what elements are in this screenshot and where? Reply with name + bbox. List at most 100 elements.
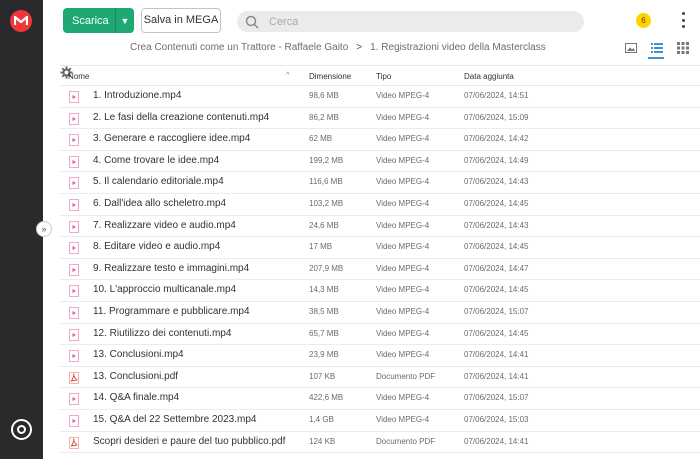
breadcrumb-current: 1. Registrazioni video della Masterclass: [370, 42, 546, 53]
chevron-down-icon[interactable]: ▼: [116, 16, 134, 26]
file-size: 422,6 MB: [309, 393, 344, 403]
file-name: 2. Le fasi della creazione contenuti.mp4: [93, 111, 270, 123]
view-switcher: [625, 42, 689, 59]
download-button[interactable]: Scarica ▼: [63, 8, 134, 33]
table-header: Nome ^ Dimensione Tipo Data aggiunta: [60, 65, 700, 86]
table-row[interactable]: 11. Programmare e pubblicare.mp4 38,5 MB V…: [60, 302, 700, 324]
file-size: 62 MB: [309, 134, 333, 144]
table-row[interactable]: 9. Realizzare testo e immagini.mp4 207,9 …: [60, 259, 700, 281]
save-to-mega-button[interactable]: Salva in MEGA: [141, 8, 221, 33]
file-size: 98,6 MB: [309, 91, 339, 100]
column-size[interactable]: Dimensione: [309, 72, 351, 81]
table-row[interactable]: 5. Il calendario editoriale.mp4 116,6 MB V…: [60, 172, 700, 194]
file-type: Video MPEG-4: [376, 285, 430, 295]
file-size: 38,5 MB: [309, 306, 339, 316]
table-row[interactable]: 13. Conclusioni.mp4 23,9 MB Video MPEG-4 07…: [60, 345, 700, 367]
video-file-icon: [69, 242, 79, 255]
file-name: Scopri desideri e paure del tuo pubblico…: [93, 435, 286, 447]
file-name: 3. Generare e raccogliere idee.mp4: [93, 133, 251, 145]
video-file-icon: [69, 134, 79, 147]
file-name: 6. Dall'idea allo scheletro.mp4: [93, 197, 227, 209]
file-type: Video MPEG-4: [376, 91, 430, 100]
video-file-icon: [69, 263, 79, 276]
video-file-icon: [69, 414, 79, 427]
file-name: 15. Q&A del 22 Settembre 2023.mp4: [93, 413, 257, 425]
video-file-icon: [69, 155, 79, 168]
video-file-icon: [69, 285, 79, 298]
file-type: Video MPEG-4: [376, 328, 430, 338]
file-date: 07/06/2024, 14:41: [464, 350, 529, 360]
table-row[interactable]: 4. Come trovare le idee.mp4 199,2 MB Video…: [60, 151, 700, 173]
file-date: 07/06/2024, 14:41: [464, 436, 529, 446]
table-row[interactable]: Scopri desideri e paure del tuo pubblico…: [60, 432, 700, 454]
file-date: 07/06/2024, 15:07: [464, 306, 529, 316]
file-date: 07/06/2024, 14:45: [464, 198, 529, 208]
breadcrumb: Crea Contenuti come un Trattore - Raffae…: [130, 42, 546, 53]
search-input[interactable]: [269, 15, 569, 28]
file-type: Video MPEG-4: [376, 393, 430, 403]
video-file-icon: [69, 350, 79, 363]
file-date: 07/06/2024, 15:09: [464, 112, 529, 122]
mega-logo-icon[interactable]: [10, 10, 32, 32]
table-row[interactable]: 14. Q&A finale.mp4 422,6 MB Video MPEG-4 07…: [60, 388, 700, 410]
video-file-icon: [69, 91, 79, 103]
file-date: 07/06/2024, 14:45: [464, 242, 529, 252]
file-name: 4. Come trovare le idee.mp4: [93, 154, 220, 166]
table-row[interactable]: 13. Conclusioni.pdf 107 KB Documento PDF 07…: [60, 367, 700, 389]
table-row[interactable]: 2. Le fasi della creazione contenuti.mp4…: [60, 108, 700, 130]
more-options-icon[interactable]: [681, 12, 685, 28]
file-date: 07/06/2024, 15:07: [464, 393, 529, 403]
file-size: 124 KB: [309, 436, 336, 446]
column-name[interactable]: Nome: [68, 72, 89, 81]
file-date: 07/06/2024, 14:43: [464, 177, 529, 187]
table-row[interactable]: 1. Introduzione.mp4 98,6 MB Video MPEG-4 07…: [60, 86, 700, 108]
video-file-icon: [69, 198, 79, 211]
search-bar[interactable]: [237, 11, 584, 32]
file-date: 07/06/2024, 14:51: [464, 91, 529, 100]
support-icon[interactable]: [11, 419, 32, 440]
file-size: 103,2 MB: [309, 198, 344, 208]
file-name: 10. L'approccio multicanale.mp4: [93, 284, 237, 296]
file-size: 86,2 MB: [309, 112, 339, 122]
file-name: 7. Realizzare video e audio.mp4: [93, 219, 236, 231]
breadcrumb-separator: >: [356, 42, 363, 53]
breadcrumb-parent[interactable]: Crea Contenuti come un Trattore - Raffae…: [130, 42, 348, 53]
file-type: Video MPEG-4: [376, 112, 430, 122]
grid-view-icon[interactable]: [677, 42, 689, 54]
file-type: Video MPEG-4: [376, 198, 430, 208]
list-view-icon[interactable]: [651, 42, 663, 54]
column-date[interactable]: Data aggiunta: [464, 72, 514, 81]
active-view-indicator: [648, 57, 664, 59]
sort-ascending-icon[interactable]: ^: [286, 72, 289, 79]
column-type[interactable]: Tipo: [376, 72, 391, 81]
file-name: 14. Q&A finale.mp4: [93, 392, 180, 404]
file-name: 12. Riutilizzo dei contenuti.mp4: [93, 327, 232, 339]
file-type: Video MPEG-4: [376, 220, 430, 230]
file-date: 07/06/2024, 14:45: [464, 328, 529, 338]
thumbnail-view-icon[interactable]: [625, 42, 637, 54]
expand-sidebar-icon[interactable]: »: [36, 221, 52, 237]
file-type: Documento PDF: [376, 436, 436, 446]
pdf-file-icon: [69, 371, 79, 384]
file-type: Video MPEG-4: [376, 306, 430, 316]
table-row[interactable]: 15. Q&A del 22 Settembre 2023.mp4 1,4 GB V…: [60, 410, 700, 432]
notification-badge[interactable]: 6: [636, 13, 651, 28]
download-button-label: Scarica: [72, 14, 109, 27]
file-size: 1,4 GB: [309, 414, 334, 424]
table-row[interactable]: 12. Riutilizzo dei contenuti.mp4 65,7 MB V…: [60, 324, 700, 346]
file-date: 07/06/2024, 14:45: [464, 285, 529, 295]
table-row[interactable]: 10. L'approccio multicanale.mp4 14,3 MB Vi…: [60, 280, 700, 302]
file-name: 13. Conclusioni.mp4: [93, 349, 184, 361]
table-row[interactable]: 3. Generare e raccogliere idee.mp4 62 MB V…: [60, 129, 700, 151]
file-name: 13. Conclusioni.pdf: [93, 370, 179, 382]
file-type: Documento PDF: [376, 371, 436, 381]
table-row[interactable]: 6. Dall'idea allo scheletro.mp4 103,2 MB V…: [60, 194, 700, 216]
search-icon: [245, 15, 259, 29]
file-date: 07/06/2024, 14:41: [464, 371, 529, 381]
file-date: 07/06/2024, 14:42: [464, 134, 529, 144]
table-row[interactable]: 7. Realizzare video e audio.mp4 24,6 MB Vi…: [60, 216, 700, 238]
file-type: Video MPEG-4: [376, 155, 430, 165]
table-row[interactable]: 8. Editare video e audio.mp4 17 MB Video M…: [60, 237, 700, 259]
video-file-icon: [69, 306, 79, 319]
file-type: Video MPEG-4: [376, 242, 430, 252]
